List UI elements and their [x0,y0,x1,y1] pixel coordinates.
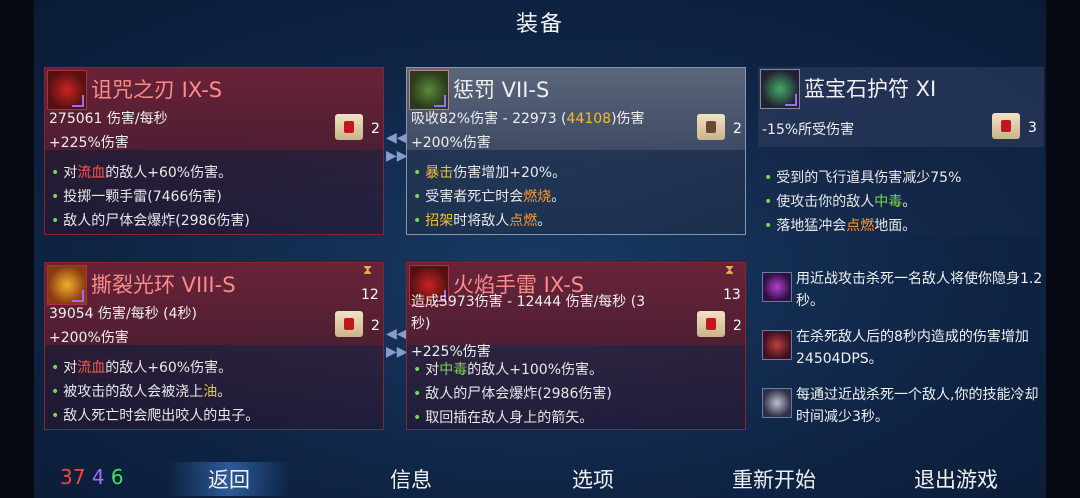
card-affixes: • 暴击伤害增加+20%。 • 受害者死亡时会燃烧。 • 招架时将敌人点燃。 [407,150,745,234]
card-affixes: • 对中毒的敌人+100%伤害。 • 敌人的尸体会爆炸(2986伤害) • 取回插在敌… [407,345,745,429]
affix-line: • 招架时将敌人点燃。 [413,213,552,229]
amulet-icon [760,69,800,109]
scroll-count: 2 [371,318,380,334]
affix-line: • 受到的飞行道具伤害减少75% [764,170,962,186]
scroll-count: 2 [733,121,742,137]
affix-line: • 敌人死亡时会爬出咬人的虫子。 [51,408,260,424]
bullet-icon: • [413,362,422,378]
bullet-icon: • [51,384,60,400]
scroll-count: 3 [1028,120,1037,136]
bullet-icon: • [413,386,422,402]
amulet-card-sapphire[interactable]: 蓝宝石护符 XI -15%所受伤害 3 • 受到的飞行道具伤害减少75% • 使攻击… [758,67,1044,235]
item-dps: 39054 伤害/每秒 (4秒) [49,306,197,322]
perk-text: 用近战攻击杀死一名敌人将使你隐身1.2秒。 [796,271,1043,309]
affix-line: • 投掷一颗手雷(7466伤害) [51,189,222,205]
link-arrow-icon: ◀◀ [386,130,408,146]
scroll-icon [992,113,1020,139]
perk-text: 每通过近战杀死一个敌人,你的技能冷却时间减少3秒。 [796,387,1039,425]
blade-icon [762,388,792,418]
perk-bow[interactable]: 在杀死敌人后的8秒内造成的伤害增加24504DPS。 [758,326,1044,372]
link-arrow-icon: ▶▶ [386,148,408,164]
quit-game-button[interactable]: 退出游戏 [914,464,998,494]
bullet-icon: • [413,213,422,229]
item-block-stat: 吸收82%伤害 - 22973 (44108)伤害 [411,111,645,127]
affix-line: • 使攻击你的敌人中毒。 [764,194,917,210]
restart-button[interactable]: 重新开始 [732,464,816,494]
affix-line: • 落地猛冲会点燃地面。 [764,218,917,234]
item-name: 撕裂光环 VIII-S [91,273,236,297]
cursed-sword-icon [47,70,87,110]
survival-stat: 6 [110,465,124,489]
scroll-stats: 37 4 6 [60,465,124,489]
bullet-icon: • [51,213,60,229]
affix-line: • 对流血的敌人+60%伤害。 [51,165,233,181]
weapon-card-cursed-sword[interactable]: 诅咒之刃 IX-S 275061 伤害/每秒 +225%伤害 2 • 对流血的敌人… [44,67,384,235]
item-dps: 造成5973伤害 - 12444 伤害/每秒 (3 [411,294,646,310]
item-dps: 275061 伤害/每秒 [49,111,168,127]
bullet-icon: • [51,189,60,205]
page-title: 装备 [515,12,564,37]
item-damage-bonus: +200%伤害 [411,135,491,151]
weapon-card-punishment[interactable]: 惩罚 VII-S 吸收82%伤害 - 22973 (44108)伤害 +200%… [406,67,746,235]
item-name: 惩罚 VII-S [453,78,550,102]
bullet-icon: • [764,170,773,186]
bow-icon [762,330,792,360]
item-name: 诅咒之刃 IX-S [91,78,223,102]
bullet-icon: • [764,194,773,210]
scroll-icon [335,311,363,337]
bullet-icon: • [413,410,422,426]
affix-line: • 受害者死亡时会燃烧。 [413,189,566,205]
right-border [1046,0,1080,498]
bullet-icon: • [51,360,60,376]
affix-line: • 对中毒的敌人+100%伤害。 [413,362,604,378]
bullet-icon: • [51,408,60,424]
card-affixes: • 受到的飞行道具伤害减少75% • 使攻击你的敌人中毒。 • 落地猛冲会点燃地面。 [758,149,1044,235]
back-button[interactable]: 返回 [168,462,290,496]
affix-line: • 对流血的敌人+60%伤害。 [51,360,233,376]
left-border [0,0,34,498]
cooldown-seconds: 13 [723,287,741,303]
bullet-icon: • [764,218,773,234]
affix-line: • 暴击伤害增加+20%。 [413,165,567,181]
item-damage-bonus: +200%伤害 [49,330,129,346]
scroll-count: 2 [733,318,742,334]
card-affixes: • 对流血的敌人+60%伤害。 • 投掷一颗手雷(7466伤害) • 敌人的尸体会爆炸… [45,150,383,234]
cooldown-seconds: 12 [361,287,379,303]
scroll-icon [697,114,725,140]
aura-icon [47,265,87,305]
card-affixes: • 对流血的敌人+60%伤害。 • 被攻击的敌人会被浇上油。 • 敌人死亡时会爬出咬人… [45,345,383,429]
affix-line: • 敌人的尸体会爆炸(2986伤害) [51,213,250,229]
bottom-menu-bar: 37 4 6 返回 信息 选项 重新开始 退出游戏 [34,462,1046,498]
item-damage-bonus: +225%伤害 [49,135,129,151]
perk-cloak[interactable]: 用近战攻击杀死一名敌人将使你隐身1.2秒。 [758,268,1044,314]
bullet-icon: • [413,165,422,181]
cloak-skull-icon [762,272,792,302]
hourglass-icon: ⧗ [725,263,735,278]
tactics-stat: 4 [91,465,105,489]
options-button[interactable]: 选项 [572,464,614,494]
perk-blade[interactable]: 每通过近战杀死一个敌人,你的技能冷却时间减少3秒。 [758,384,1044,430]
info-button[interactable]: 信息 [390,464,432,494]
bullet-icon: • [413,189,422,205]
link-arrow-icon: ▶▶ [386,344,408,360]
hourglass-icon: ⧗ [363,263,373,278]
item-name: 蓝宝石护符 XI [804,77,937,101]
item-defense-stat: -15%所受伤害 [762,122,855,138]
affix-line: • 敌人的尸体会爆炸(2986伤害) [413,386,612,402]
scroll-count: 2 [371,121,380,137]
skill-card-fire-grenade[interactable]: 火焰手雷 IX-S 造成5973伤害 - 12444 伤害/每秒 (3 秒) +… [406,262,746,430]
perk-text: 在杀死敌人后的8秒内造成的伤害增加24504DPS。 [796,329,1029,367]
affix-line: • 取回插在敌人身上的箭矢。 [413,410,594,426]
scroll-icon [697,311,725,337]
scroll-icon [335,114,363,140]
item-dps-wrap: 秒) [411,316,431,332]
bullet-icon: • [51,165,60,181]
skill-card-ripping-aura[interactable]: 撕裂光环 VIII-S 39054 伤害/每秒 (4秒) +200%伤害 ⧗ 1… [44,262,384,430]
shield-icon [409,70,449,110]
affix-line: • 被攻击的敌人会被浇上油。 [51,384,232,400]
link-arrow-icon: ◀◀ [386,326,408,342]
brutality-stat: 37 [60,465,86,489]
